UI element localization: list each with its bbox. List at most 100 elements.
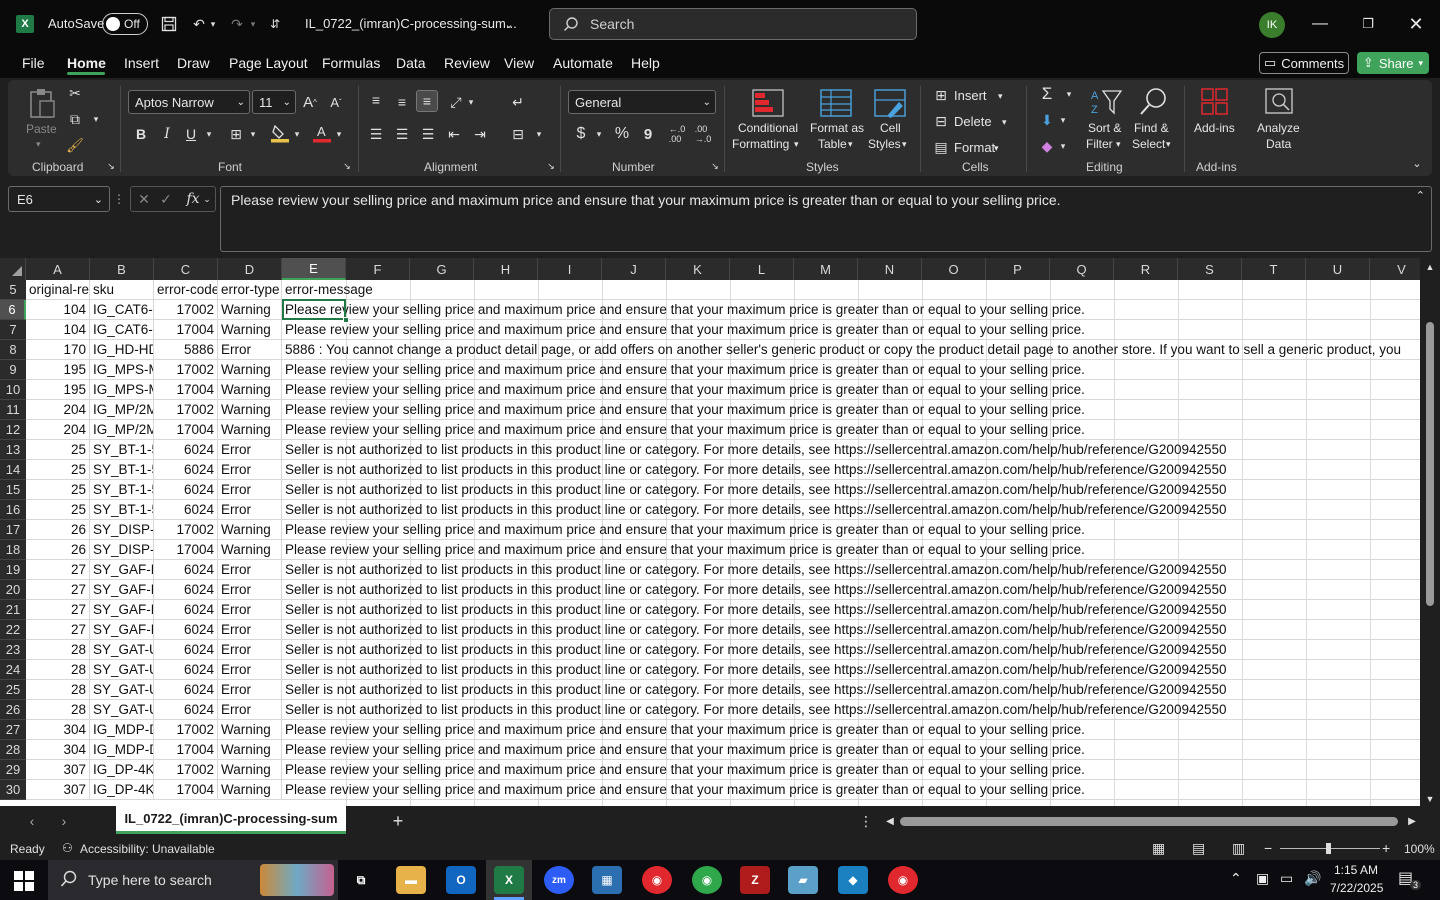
cell-error-type[interactable]: Warning [218,520,282,540]
formula-bar-collapse-icon[interactable]: ⌃ [1416,189,1425,202]
sort-filter-chevron-down-icon[interactable]: ▾ [1116,136,1121,152]
filename-chevron-down-icon[interactable]: ⌄ [500,14,518,34]
paste-chevron-down-icon[interactable]: ▾ [36,136,41,152]
font-color-icon[interactable]: A [312,122,332,144]
cell-original-ref[interactable]: 204 [26,420,90,440]
zoom-slider-thumb[interactable] [1326,843,1331,854]
orientation-icon[interactable]: ⤢ [446,92,466,112]
row-header[interactable]: 19 [0,560,26,580]
cell-error-code[interactable]: 6024 [154,500,218,520]
cell-error-message[interactable]: error-message [282,280,1420,300]
menu-draw[interactable]: Draw [177,55,210,71]
search-box[interactable]: Search [549,8,917,40]
cell-error-type[interactable]: Warning [218,300,282,320]
tab-split-handle[interactable]: ⋮ [859,812,873,830]
cell-error-message[interactable]: Seller is not authorized to list product… [282,620,1420,640]
cell-original-ref[interactable]: 25 [26,480,90,500]
page-layout-view-icon[interactable]: ▤ [1192,840,1205,857]
cell-error-message[interactable]: Seller is not authorized to list product… [282,580,1420,600]
row-header[interactable]: 7 [0,320,26,340]
cell-error-type[interactable]: error-type [218,280,282,300]
zoom-level[interactable]: 100% [1404,842,1435,856]
column-header-o[interactable]: O [922,258,986,280]
cell-error-message[interactable]: 5886 : You cannot change a product detai… [282,340,1420,360]
scroll-left-icon[interactable]: ◀ [884,812,896,830]
menu-automate[interactable]: Automate [553,55,613,71]
taskbar-search-box[interactable]: Type here to search [48,860,338,900]
cell-sku[interactable]: SY_DISP-H [90,520,154,540]
row-header[interactable]: 9 [0,360,26,380]
insert-cells-chevron-down-icon[interactable]: ▾ [998,88,1003,104]
decrease-font-size-icon[interactable]: Aˇ [326,92,346,112]
column-header-p[interactable]: P [986,258,1050,280]
column-header-s[interactable]: S [1178,258,1242,280]
cell-styles-label-2[interactable]: Styles [868,136,901,152]
percent-icon[interactable]: % [612,124,632,144]
delete-cells-chevron-down-icon[interactable]: ▾ [1002,114,1007,130]
format-as-table-label-2[interactable]: Table [818,136,847,152]
autosum-dropdown-icon[interactable]: ▾ [1064,84,1074,104]
column-header-a[interactable]: A [26,258,90,280]
accessibility-status[interactable]: Accessibility: Unavailable [80,842,215,856]
redo-icon[interactable]: ↷ [226,14,248,34]
cell-original-ref[interactable]: 27 [26,580,90,600]
format-cells-icon[interactable]: ▤ [932,138,950,156]
cell-error-code[interactable]: 6024 [154,460,218,480]
row-header[interactable]: 11 [0,400,26,420]
cell-error-type[interactable]: Error [218,640,282,660]
cell-error-message[interactable]: Please review your selling price and max… [282,420,1420,440]
cell-error-type[interactable]: Warning [218,720,282,740]
menu-formulas[interactable]: Formulas [322,55,380,71]
cell-error-code[interactable]: 6024 [154,620,218,640]
column-header-l[interactable]: L [730,258,794,280]
cell-original-ref[interactable]: 28 [26,680,90,700]
share-button[interactable]: ⇪ Share ▾ [1357,52,1429,74]
column-header-i[interactable]: I [538,258,602,280]
cell-error-code[interactable]: 6024 [154,600,218,620]
scroll-up-icon[interactable]: ▲ [1424,260,1436,274]
decrease-indent-icon[interactable]: ⇤ [444,124,464,144]
menu-file[interactable]: File [22,55,45,71]
conditional-formatting-label-1[interactable]: Conditional [736,120,800,136]
fill-handle[interactable] [343,317,349,323]
format-as-table-label-1[interactable]: Format as [810,120,864,136]
column-header-e[interactable]: E [282,258,346,280]
cell-error-message[interactable]: Seller is not authorized to list product… [282,480,1420,500]
menu-review[interactable]: Review [444,55,490,71]
align-top-icon[interactable]: ≡ [366,90,386,110]
cell-original-ref[interactable]: 26 [26,540,90,560]
column-header-b[interactable]: B [90,258,154,280]
cell-error-message[interactable]: Please review your selling price and max… [282,380,1420,400]
cell-error-message[interactable]: Seller is not authorized to list product… [282,560,1420,580]
insert-cells-label[interactable]: Insert [954,88,987,104]
increase-decimal-icon[interactable]: ←.0.00 [666,124,688,144]
row-header[interactable]: 25 [0,680,26,700]
add-sheet-icon[interactable]: + [388,811,408,831]
find-select-icon[interactable] [1136,86,1170,118]
cell-error-message[interactable]: Please review your selling price and max… [282,540,1420,560]
cell-original-ref[interactable]: 28 [26,700,90,720]
cell-error-code[interactable]: 17004 [154,420,218,440]
analyze-data-icon[interactable] [1262,86,1296,118]
chrome-profile-icon[interactable]: ◉ [692,866,722,894]
outlook-icon[interactable]: O [446,866,476,894]
conditional-formatting-chevron-down-icon[interactable]: ▾ [794,136,799,152]
sort-filter-label-1[interactable]: Sort & [1088,120,1121,136]
cell-error-message[interactable]: Seller is not authorized to list product… [282,500,1420,520]
column-header-q[interactable]: Q [1050,258,1114,280]
row-header[interactable]: 8 [0,340,26,360]
vertical-scrollbar[interactable]: ▲ ▼ [1420,258,1440,808]
cell-original-ref[interactable]: 195 [26,360,90,380]
zoom-out-icon[interactable]: − [1264,840,1272,856]
row-header[interactable]: 18 [0,540,26,560]
cell-sku[interactable]: SY_BT-1-5 [90,500,154,520]
cell-error-message[interactable]: Seller is not authorized to list product… [282,460,1420,480]
zoom-app-icon[interactable]: zm [544,866,574,894]
cell-error-code[interactable]: 17002 [154,300,218,320]
column-header-h[interactable]: H [474,258,538,280]
cell-error-message[interactable]: Seller is not authorized to list product… [282,640,1420,660]
cell-error-code[interactable]: 6024 [154,680,218,700]
customize-toolbar-icon[interactable]: ⇵ [266,14,284,34]
format-cells-label[interactable]: Format [954,140,995,156]
tray-app-icon[interactable]: ▣ [1256,870,1269,887]
